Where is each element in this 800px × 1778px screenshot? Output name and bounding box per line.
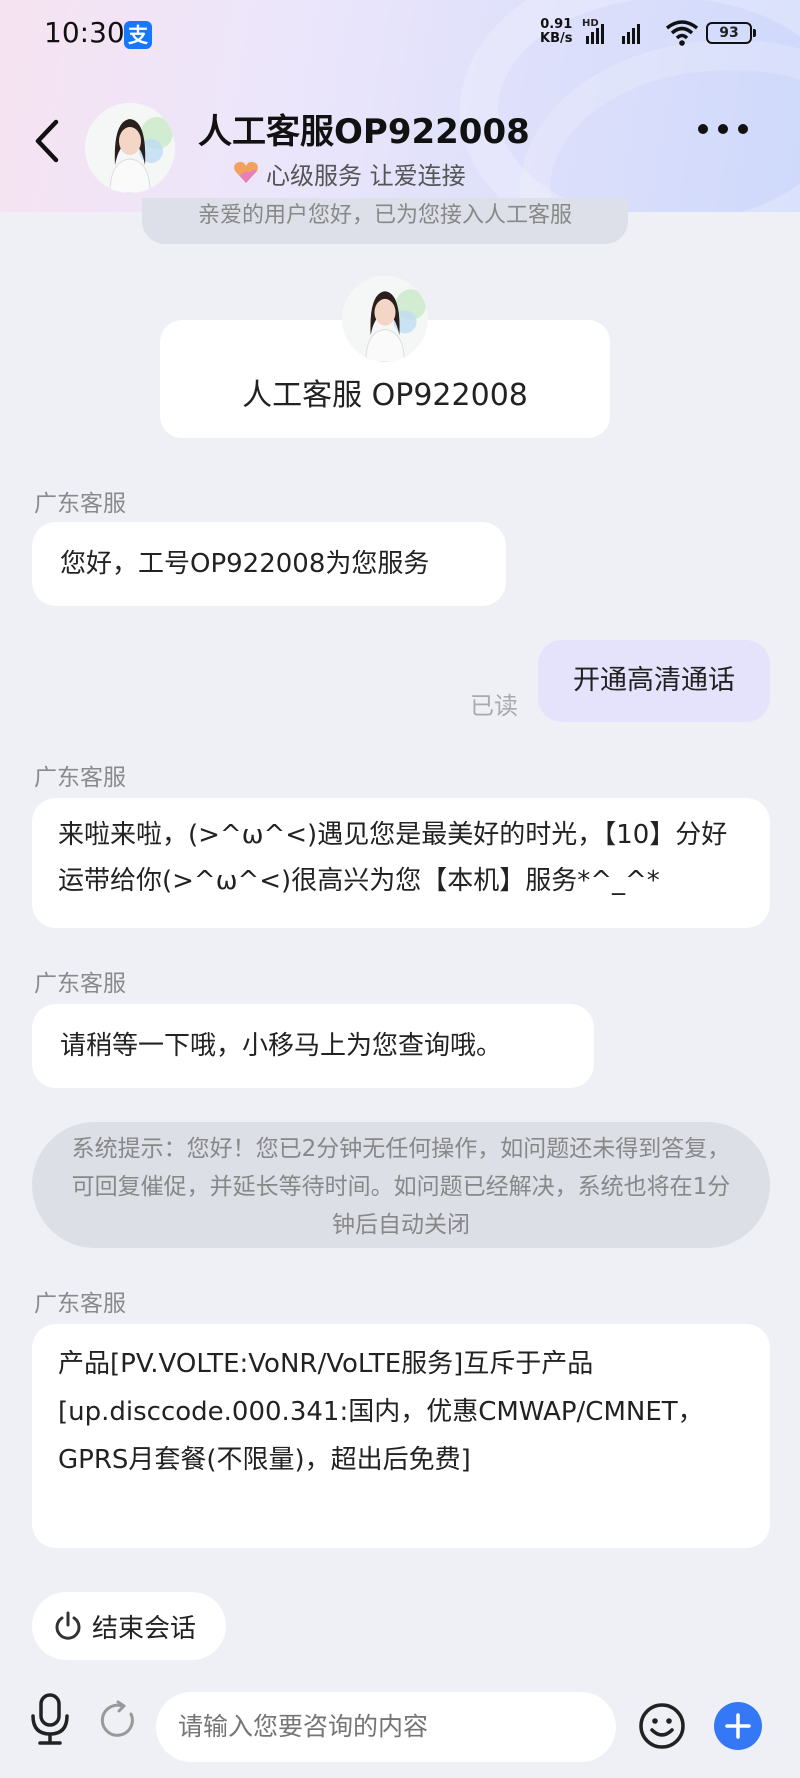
read-status: 已读 <box>470 692 518 720</box>
signal-icon <box>586 22 604 44</box>
battery-icon: 93 <box>706 22 756 44</box>
signal-icon <box>622 22 640 44</box>
power-icon <box>55 1611 81 1640</box>
agent-message: 产品[PV.VOLTE:VoNR/VoLTE服务]互斥于产品[up.discco… <box>32 1324 770 1548</box>
system-connect-notice: 亲爱的用户您好，已为您接入人工客服 <box>142 198 628 244</box>
more-icon[interactable] <box>698 124 748 134</box>
emoji-icon[interactable] <box>638 1702 686 1750</box>
heart-icon <box>234 161 258 183</box>
agent-message: 来啦来啦，(>^ω^<)遇见您是最美好的时光，【10】分好运带给你(>^ω^<)… <box>32 798 770 928</box>
slogan: 心级服务 让爱连接 <box>266 162 466 190</box>
agent-card-name: 人工客服 OP922008 <box>242 378 528 413</box>
agent-avatar[interactable] <box>85 103 175 193</box>
wifi-icon <box>665 20 699 46</box>
sender-label: 广东客服 <box>34 765 126 791</box>
back-arrow-icon[interactable] <box>30 116 64 166</box>
sender-label: 广东客服 <box>34 971 126 997</box>
sender-label: 广东客服 <box>34 491 126 517</box>
agent-card-avatar <box>342 276 428 362</box>
agent-message: 请稍等一下哦，小移马上为您查询哦。 <box>32 1004 594 1088</box>
refresh-icon[interactable] <box>98 1700 138 1740</box>
message-input[interactable] <box>156 1692 616 1762</box>
end-session-button[interactable]: 结束会话 <box>32 1592 226 1660</box>
input-bar <box>0 1680 800 1778</box>
network-speed: 0.91 KB/s <box>540 17 573 46</box>
alipay-icon: 支 <box>124 21 152 49</box>
microphone-icon[interactable] <box>28 1692 72 1746</box>
clock: 10:30 <box>44 16 125 49</box>
user-message: 开通高清通话 <box>538 640 770 722</box>
agent-message: 您好，工号OP922008为您服务 <box>32 522 506 606</box>
system-tip: 系统提示：您好！您已2分钟无任何操作，如问题还未得到答复，可回复催促，并延长等待… <box>32 1122 770 1248</box>
end-session-label: 结束会话 <box>92 1613 197 1644</box>
sender-label: 广东客服 <box>34 1291 126 1317</box>
agent-title: 人工客服OP922008 <box>198 112 530 152</box>
status-bar: 10:30 支 0.91 KB/s HD 93 <box>0 0 800 66</box>
plus-icon[interactable] <box>714 1702 762 1750</box>
